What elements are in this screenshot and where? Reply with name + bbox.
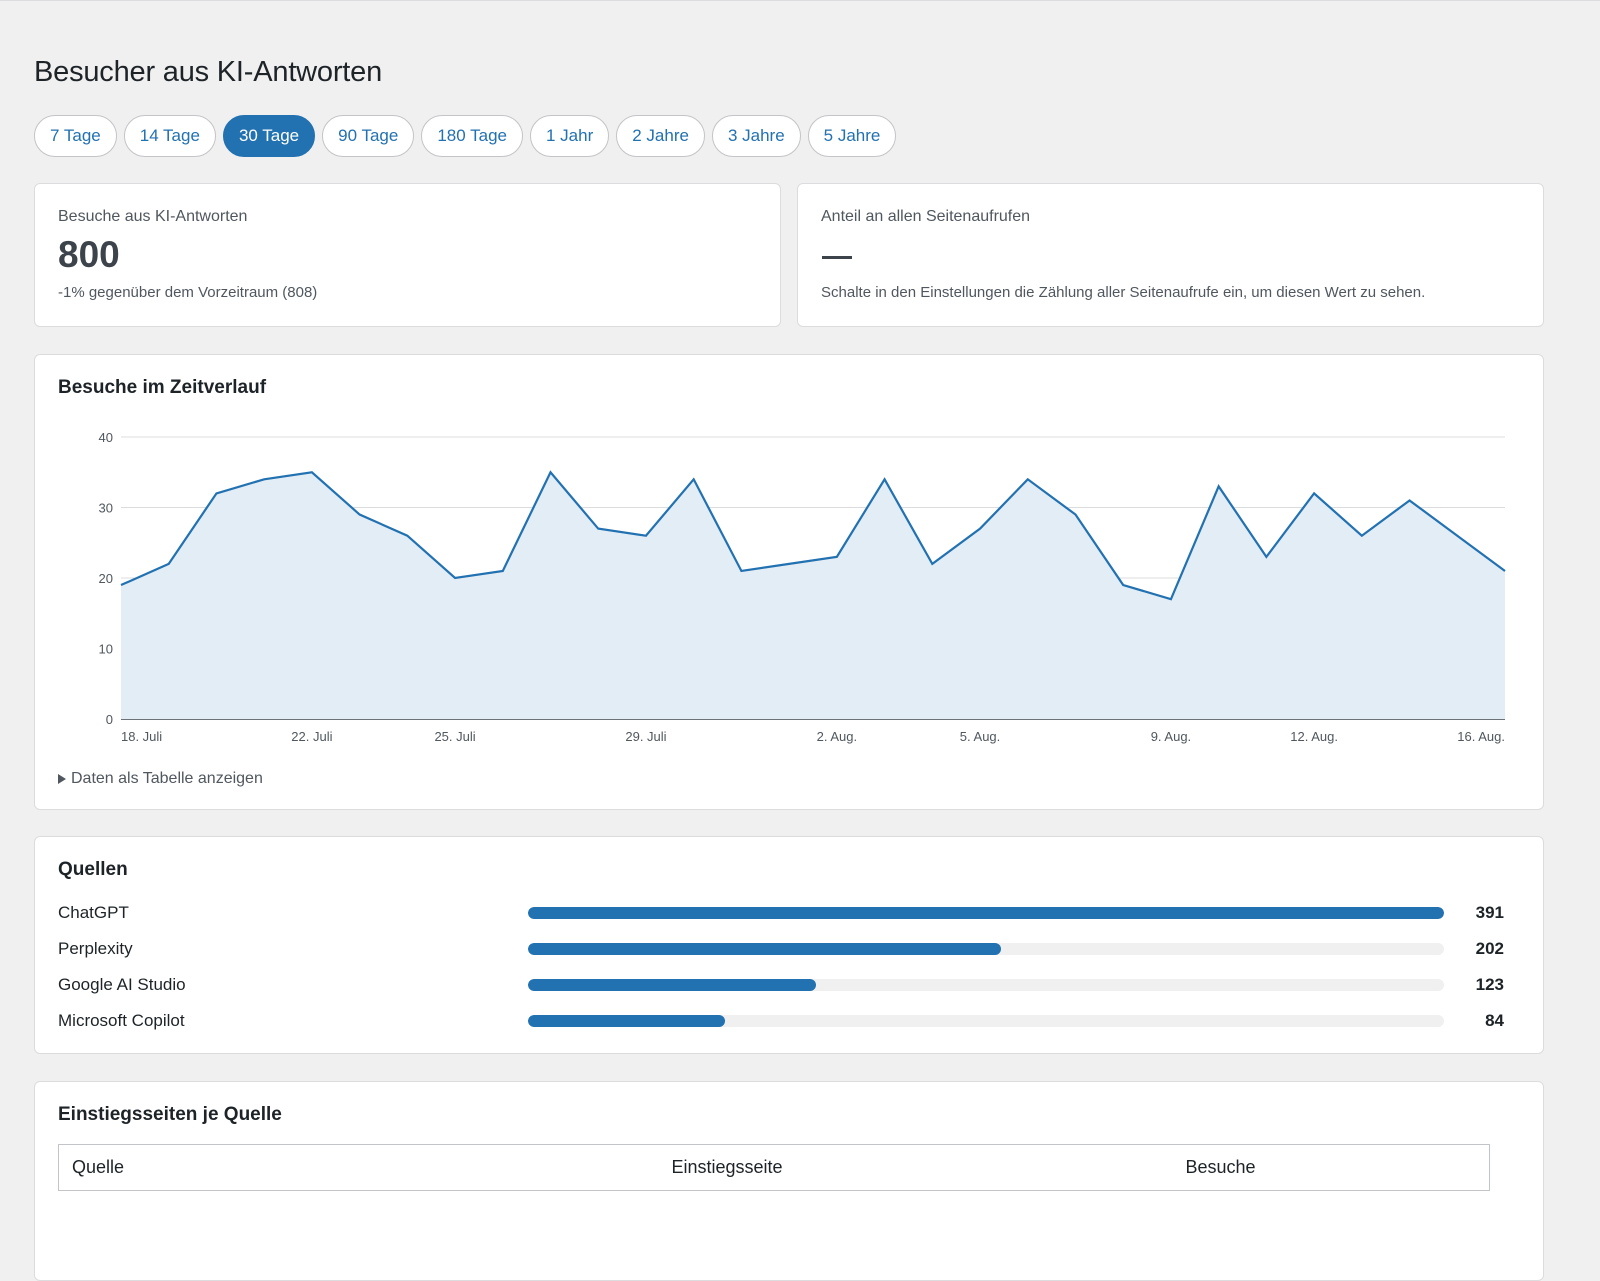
chart-card: Besuche im Zeitverlauf 0 10 20 30 40 18. Juli…: [34, 354, 1544, 810]
source-bar-track: [528, 979, 1444, 991]
share-stat-value: [822, 256, 852, 259]
x-tick-label: 2. Aug.: [817, 729, 857, 744]
source-bar-fill: [528, 1015, 725, 1027]
source-value: 84: [1485, 1011, 1504, 1030]
tab-2-jahre[interactable]: 2 Jahre: [616, 115, 705, 157]
source-bar-track: [528, 907, 1444, 919]
y-tick-label: 40: [99, 430, 113, 445]
x-tick-label: 9. Aug.: [1151, 729, 1191, 744]
x-tick-label: 29. Juli: [625, 729, 666, 744]
y-tick-label: 20: [99, 571, 113, 586]
period-tabs: 7 Tage 14 Tage 30 Tage 90 Tage 180 Tage …: [34, 115, 897, 157]
share-stat-card: Anteil an allen Seitenaufrufen Schalte i…: [797, 183, 1544, 327]
landing-pages-title: Einstiegsseiten je Quelle: [58, 1104, 282, 1125]
source-bar-fill: [528, 907, 1444, 919]
visits-stat-value: 800: [58, 234, 120, 275]
tab-180-tage[interactable]: 180 Tage: [421, 115, 523, 157]
column-header-einstiegsseite: Einstiegsseite: [658, 1144, 1173, 1191]
x-tick-label: 16. Aug.: [1457, 729, 1505, 744]
sources-card: Quellen ChatGPT 391 Perplexity 202 Google AI…: [34, 836, 1544, 1054]
table-header-row: Quelle Einstiegsseite Besuche: [58, 1144, 1490, 1191]
source-bar-fill: [528, 979, 817, 991]
show-table-label: Daten als Tabelle anzeigen: [71, 770, 263, 787]
source-name: Perplexity: [58, 939, 133, 958]
visits-stat-card: Besuche aus KI-Antworten 800 -1% gegenüb…: [34, 183, 781, 327]
column-header-besuche: Besuche: [1172, 1144, 1490, 1191]
visits-stat-label: Besuche aus KI-Antworten: [58, 208, 248, 225]
x-tick-label: 25. Juli: [434, 729, 475, 744]
source-bar-fill: [528, 943, 1002, 955]
source-row: ChatGPT 391: [58, 901, 1504, 925]
visits-chart: 0 10 20 30 40 18. Juli 22. Juli 25. Juli 29. Jul…: [99, 430, 1506, 744]
share-stat-note: Schalte in den Einstellungen die Zählung…: [821, 284, 1426, 301]
sources-title: Quellen: [58, 859, 128, 880]
tab-90-tage[interactable]: 90 Tage: [322, 115, 415, 157]
source-bar-track: [528, 1015, 1444, 1027]
x-tick-label: 12. Aug.: [1290, 729, 1338, 744]
x-tick-label: 18. Juli: [121, 729, 162, 744]
triangle-right-icon: [58, 774, 66, 784]
x-tick-label: 22. Juli: [291, 729, 332, 744]
source-row: Perplexity 202: [58, 937, 1504, 961]
source-value: 391: [1475, 903, 1504, 922]
source-value: 202: [1475, 939, 1504, 958]
tab-5-jahre[interactable]: 5 Jahre: [807, 115, 897, 157]
source-bar-track: [528, 943, 1444, 955]
page-title: Besucher aus KI-Antworten: [34, 56, 383, 88]
source-name: Google AI Studio: [58, 975, 186, 994]
column-header-quelle: Quelle: [58, 1144, 659, 1191]
landing-pages-card: Einstiegsseiten je Quelle Quelle Einstie…: [34, 1081, 1544, 1281]
source-value: 123: [1475, 975, 1504, 994]
tab-30-tage[interactable]: 30 Tage: [222, 115, 316, 157]
tab-7-tage[interactable]: 7 Tage: [34, 115, 117, 157]
top-border: [0, 0, 1600, 1]
landing-pages-table: Quelle Einstiegsseite Besuche: [58, 1144, 1490, 1191]
source-row: Google AI Studio 123: [58, 973, 1504, 997]
visits-stat-note: -1% gegenüber dem Vorzeitraum (808): [58, 284, 318, 301]
source-name: ChatGPT: [58, 903, 129, 922]
y-tick-label: 10: [99, 642, 113, 657]
source-row: Microsoft Copilot 84: [58, 1009, 1504, 1033]
share-stat-label: Anteil an allen Seitenaufrufen: [821, 208, 1031, 225]
y-tick-label: 30: [99, 501, 113, 516]
tab-14-tage[interactable]: 14 Tage: [123, 115, 216, 157]
series-area: [121, 472, 1505, 719]
x-tick-label: 5. Aug.: [960, 729, 1000, 744]
show-table-toggle[interactable]: Daten als Tabelle anzeigen: [58, 770, 263, 788]
tab-3-jahre[interactable]: 3 Jahre: [711, 115, 801, 157]
source-name: Microsoft Copilot: [58, 1011, 185, 1030]
y-tick-label: 0: [106, 712, 113, 727]
tab-1-jahr[interactable]: 1 Jahr: [530, 115, 610, 157]
